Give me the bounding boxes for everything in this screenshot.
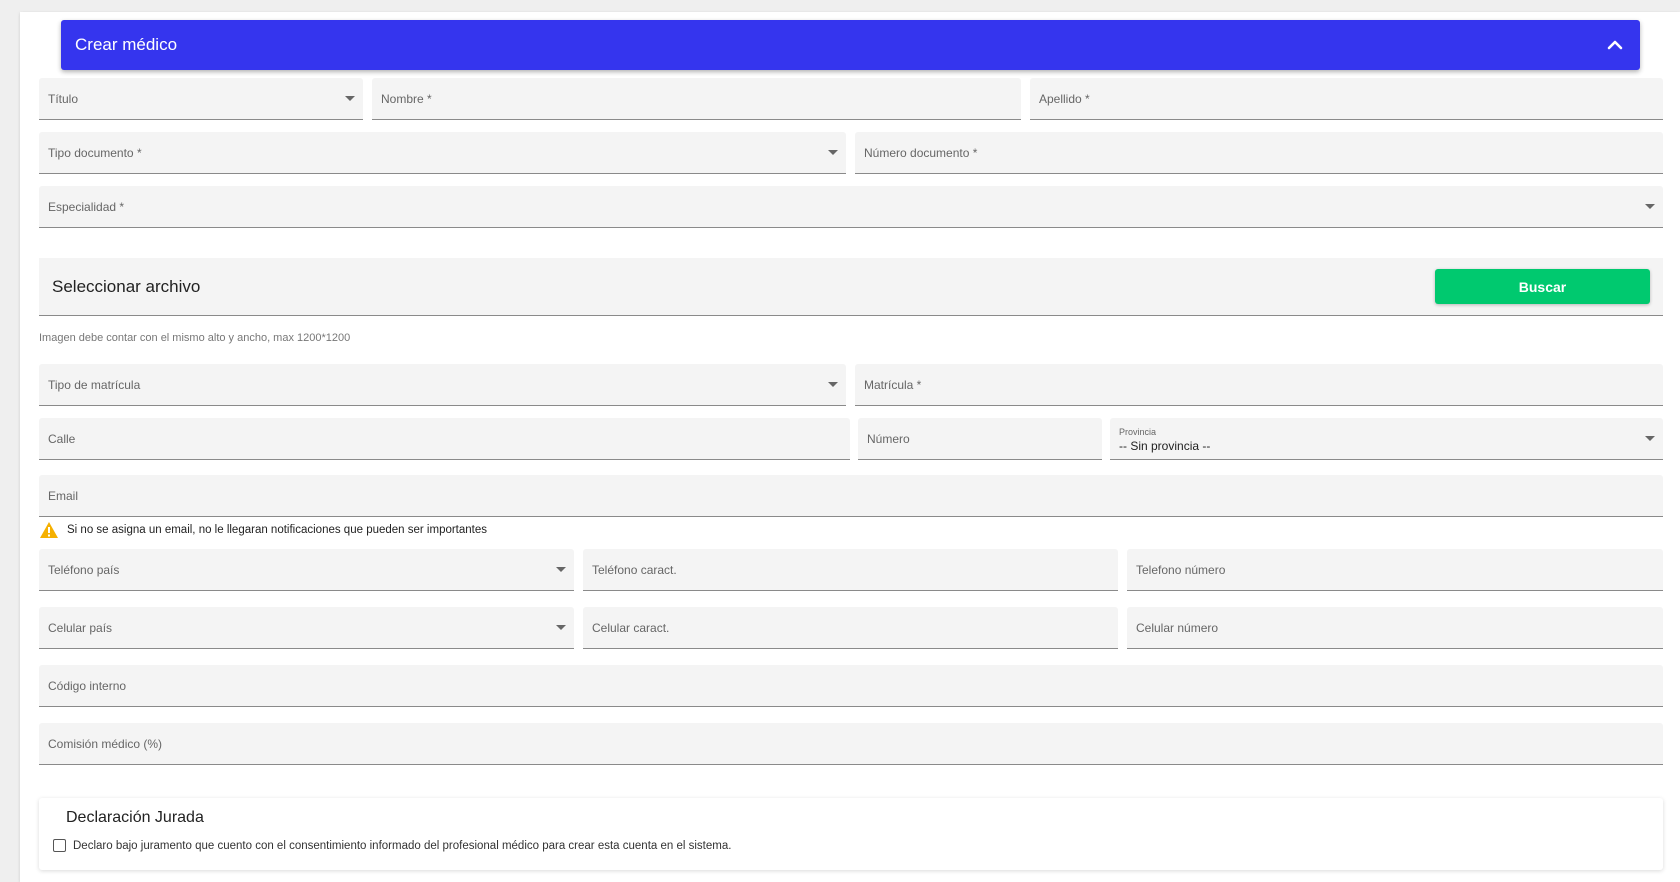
email-input[interactable]: Email [39,475,1663,517]
telefono-pais-label: Teléfono país [48,562,120,577]
declaracion-title: Declaración Jurada [66,809,204,826]
declaracion-jurada-card: Declaración Jurada Declaro bajo jurament… [39,798,1663,870]
caret-down-icon [345,95,355,101]
tipo-matricula-select[interactable]: Tipo de matrícula [39,364,846,406]
tipo-matricula-label: Tipo de matrícula [48,377,141,392]
email-warning: Si no se asigna un email, no le llegaran… [39,521,487,539]
comision-label: Comisión médico (%) [48,736,163,751]
celular-numero-label: Celular número [1136,620,1219,635]
tipo-documento-select[interactable]: Tipo documento * [39,132,846,174]
email-label: Email [48,488,79,503]
chevron-up-icon[interactable] [1604,34,1626,56]
codigo-interno-label: Código interno [48,678,127,693]
matricula-input[interactable]: Matrícula * [855,364,1663,406]
file-select-bar: Seleccionar archivo Buscar [39,258,1663,316]
nombre-label: Nombre * [381,91,432,106]
file-select-title: Seleccionar archivo [52,276,201,296]
celular-caract-input[interactable]: Celular caract. [583,607,1118,649]
numero-documento-input[interactable]: Número documento * [855,132,1663,174]
nombre-input[interactable]: Nombre * [372,78,1021,120]
declaracion-row[interactable]: Declaro bajo juramento que cuento con el… [53,839,731,852]
caret-down-icon [828,149,838,155]
celular-pais-select[interactable]: Celular país [39,607,574,649]
matricula-label: Matrícula * [864,377,922,392]
telefono-pais-select[interactable]: Teléfono país [39,549,574,591]
telefono-caract-input[interactable]: Teléfono caract. [583,549,1118,591]
provincia-select[interactable]: Provincia -- Sin provincia -- [1110,418,1663,460]
comision-input[interactable]: Comisión médico (%) [39,723,1663,765]
codigo-interno-input[interactable]: Código interno [39,665,1663,707]
celular-caract-label: Celular caract. [592,620,670,635]
numero-input[interactable]: Número [858,418,1102,460]
caret-down-icon [1645,435,1655,441]
especialidad-label: Especialidad * [48,199,125,214]
image-hint: Imagen debe contar con el mismo alto y a… [39,332,351,344]
form-header[interactable]: Crear médico [61,20,1640,70]
buscar-button[interactable]: Buscar [1435,269,1650,304]
declaracion-checkbox[interactable] [53,839,66,852]
caret-down-icon [828,381,838,387]
caret-down-icon [1645,203,1655,209]
declaracion-checkbox-label[interactable]: Declaro bajo juramento que cuento con el… [73,840,731,852]
calle-label: Calle [48,431,76,446]
calle-input[interactable]: Calle [39,418,850,460]
provincia-value: -- Sin provincia -- [1119,438,1211,453]
apellido-input[interactable]: Apellido * [1030,78,1663,120]
especialidad-select[interactable]: Especialidad * [39,186,1663,228]
apellido-label: Apellido * [1039,91,1090,106]
numero-documento-label: Número documento * [864,145,978,160]
telefono-numero-label: Telefono número [1136,562,1226,577]
titulo-select[interactable]: Título [39,78,363,120]
celular-numero-input[interactable]: Celular número [1127,607,1663,649]
form-title: Crear médico [75,35,178,54]
titulo-label: Título [48,91,79,106]
telefono-numero-input[interactable]: Telefono número [1127,549,1663,591]
warning-text: Si no se asigna un email, no le llegaran… [67,524,488,536]
celular-pais-label: Celular país [48,620,113,635]
numero-label: Número [867,431,910,446]
caret-down-icon [556,624,566,630]
tipo-documento-label: Tipo documento * [48,145,142,160]
warning-icon [39,521,59,539]
telefono-caract-label: Teléfono caract. [592,562,677,577]
provincia-label: Provincia [1119,426,1157,437]
caret-down-icon [556,566,566,572]
